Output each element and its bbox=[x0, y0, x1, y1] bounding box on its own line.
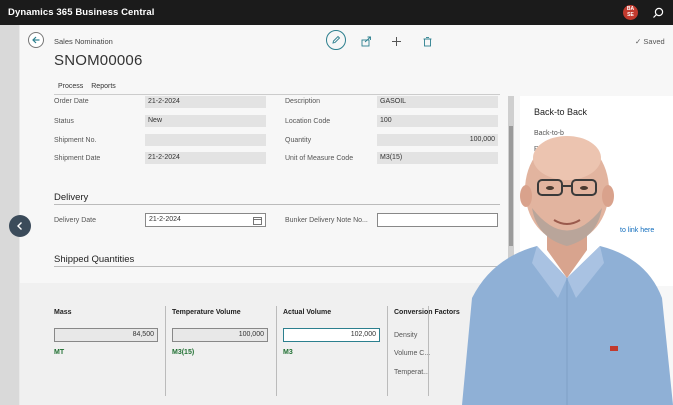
delivery-section-title[interactable]: Delivery bbox=[54, 192, 88, 203]
shipped-quantities-panel bbox=[20, 283, 480, 405]
user-avatar[interactable]: BA SE bbox=[623, 5, 638, 20]
column-divider bbox=[276, 306, 277, 396]
new-button[interactable] bbox=[387, 32, 405, 50]
check-icon: ✓ bbox=[635, 37, 642, 46]
mass-field[interactable]: 84,500 bbox=[54, 328, 158, 342]
shipment-date-field[interactable]: 21-2-2024 bbox=[145, 152, 266, 164]
shipment-no-label: Shipment No. bbox=[54, 137, 97, 144]
status-field[interactable]: New bbox=[145, 115, 266, 127]
mass-label: Mass bbox=[54, 309, 72, 316]
app-title: Dynamics 365 Business Central bbox=[8, 7, 155, 18]
delivery-date-field[interactable]: 21-2-2024 bbox=[145, 213, 266, 227]
app-bar: Dynamics 365 Business Central BA SE bbox=[0, 0, 673, 25]
previous-button[interactable] bbox=[9, 215, 31, 237]
shipped-section-title[interactable]: Shipped Quantities bbox=[54, 254, 134, 265]
description-label: Description bbox=[285, 98, 321, 105]
delivery-date-label: Delivery Date bbox=[54, 217, 97, 224]
tab-reports[interactable]: Reports bbox=[91, 83, 116, 90]
order-date-field[interactable]: 21-2-2024 bbox=[145, 96, 266, 108]
delete-button[interactable] bbox=[418, 32, 436, 50]
conversion-factors-label: Conversion Factors bbox=[394, 309, 460, 316]
quantity-label: Quantity bbox=[285, 137, 312, 144]
order-date-label: Order Date bbox=[54, 98, 89, 105]
pencil-icon bbox=[332, 35, 341, 44]
column-divider bbox=[428, 306, 429, 396]
back-button[interactable] bbox=[28, 32, 44, 48]
uom-code-label: Unit of Measure Code bbox=[285, 155, 354, 162]
temp-volume-unit: M3(15) bbox=[172, 349, 195, 356]
temp-volume-label: Temperature Volume bbox=[172, 309, 241, 316]
search-icon[interactable] bbox=[651, 6, 665, 20]
actual-volume-field[interactable]: 102,000 bbox=[283, 328, 380, 342]
density-label: Density bbox=[394, 332, 418, 339]
volume-correction-label: Volume C... bbox=[394, 350, 431, 357]
tab-process[interactable]: Process bbox=[58, 83, 83, 90]
share-icon bbox=[361, 36, 371, 46]
chevron-left-icon bbox=[17, 222, 22, 230]
trash-icon bbox=[423, 36, 431, 46]
column-divider bbox=[165, 306, 166, 396]
divider bbox=[54, 204, 500, 205]
location-code-label: Location Code bbox=[285, 118, 331, 125]
actual-volume-label: Actual Volume bbox=[283, 309, 332, 316]
arrow-left-icon bbox=[32, 36, 40, 44]
action-tabs: Process Reports bbox=[58, 83, 122, 90]
divider bbox=[54, 266, 500, 267]
share-button[interactable] bbox=[357, 32, 375, 50]
presenter-image bbox=[462, 136, 673, 405]
shipment-no-field[interactable] bbox=[145, 134, 266, 146]
bunker-note-label: Bunker Delivery Note No... bbox=[285, 217, 368, 224]
temp-volume-field[interactable]: 100,000 bbox=[172, 328, 268, 342]
temperature-label: Temperat... bbox=[394, 369, 430, 376]
breadcrumb: Sales Nomination bbox=[54, 37, 113, 46]
status-label: Status bbox=[54, 118, 74, 125]
divider bbox=[54, 94, 500, 95]
page-title: SNOM00006 bbox=[54, 52, 143, 69]
factbox-title: Back-to Back bbox=[534, 107, 588, 117]
edit-button[interactable] bbox=[326, 30, 346, 50]
description-field[interactable]: GASOIL bbox=[377, 96, 498, 108]
calendar-icon[interactable] bbox=[253, 216, 262, 225]
location-code-field[interactable]: 100 bbox=[377, 115, 498, 127]
shipment-date-label: Shipment Date bbox=[54, 155, 101, 162]
plus-icon bbox=[391, 36, 401, 46]
mass-unit: MT bbox=[54, 349, 65, 356]
actual-volume-unit: M3 bbox=[283, 349, 293, 356]
column-divider bbox=[387, 306, 388, 396]
saved-status: ✓ Saved bbox=[635, 37, 665, 46]
